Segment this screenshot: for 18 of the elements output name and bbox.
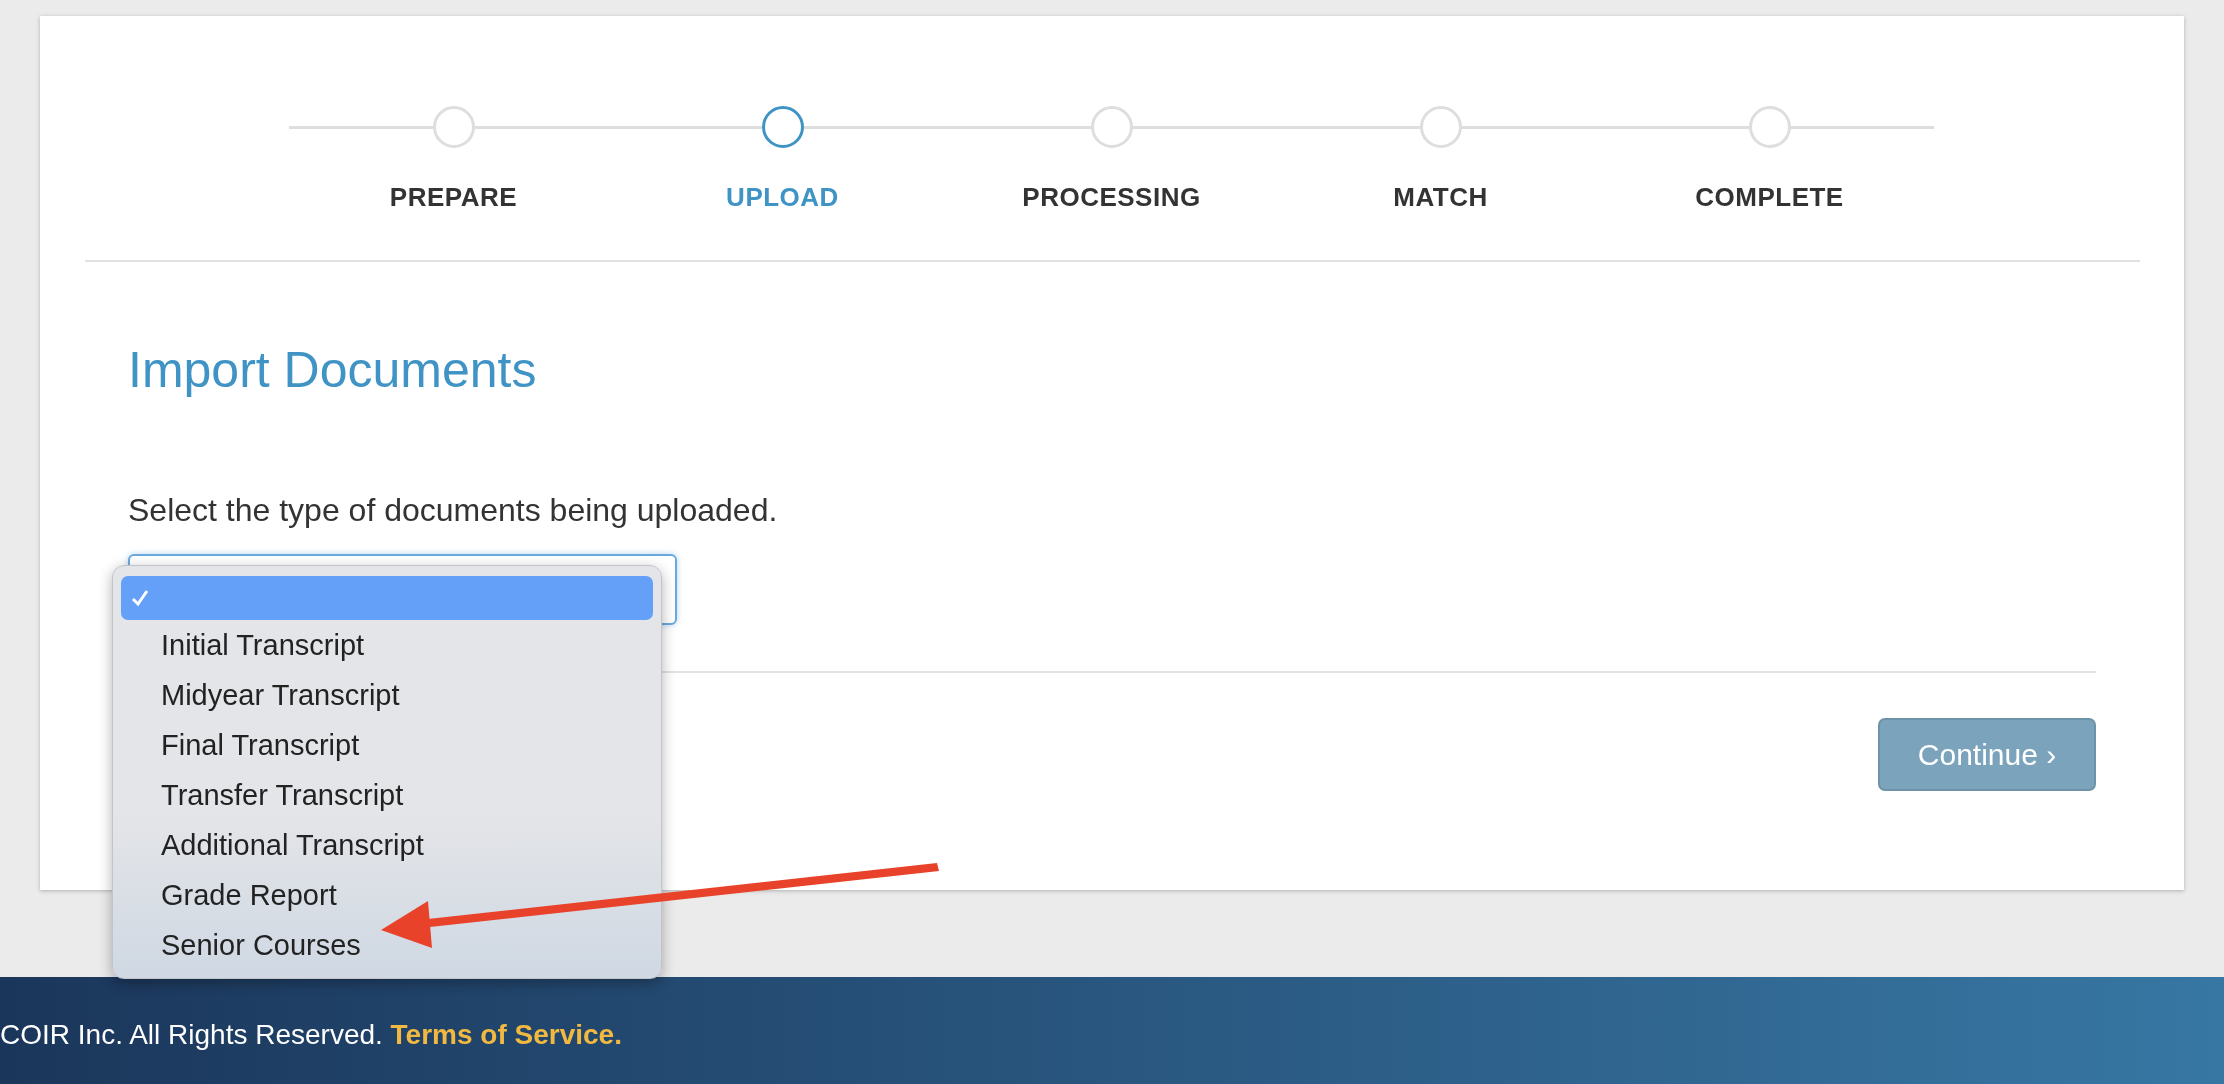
dropdown-option[interactable]: Senior Courses — [121, 920, 653, 970]
dropdown-option[interactable]: Transfer Transcript — [121, 770, 653, 820]
dropdown-option[interactable]: Final Transcript — [121, 720, 653, 770]
blank-option[interactable] — [121, 576, 653, 620]
dropdown-option[interactable]: Additional Transcript — [121, 820, 653, 870]
dropdown-option[interactable]: Initial Transcript — [121, 620, 653, 670]
copyright-text: COIR Inc. All Rights Reserved. Terms of Service. — [0, 1018, 622, 1051]
step-label: PREPARE — [389, 182, 518, 213]
step-label: UPLOAD — [726, 182, 839, 213]
checkmark-icon — [131, 589, 149, 607]
dropdown-option[interactable]: Midyear Transcript — [121, 670, 653, 720]
step-label: MATCH — [1393, 182, 1488, 213]
step-label: PROCESSING — [1022, 182, 1201, 213]
page-heading: Import Documents — [128, 341, 538, 400]
instruction-text: Select the type of documents being uploaded. — [128, 491, 779, 530]
terms-link[interactable]: Terms of Service. — [390, 1018, 622, 1050]
step-label: COMPLETE — [1695, 182, 1844, 213]
dropdown-option[interactable]: Grade Report — [121, 870, 653, 920]
